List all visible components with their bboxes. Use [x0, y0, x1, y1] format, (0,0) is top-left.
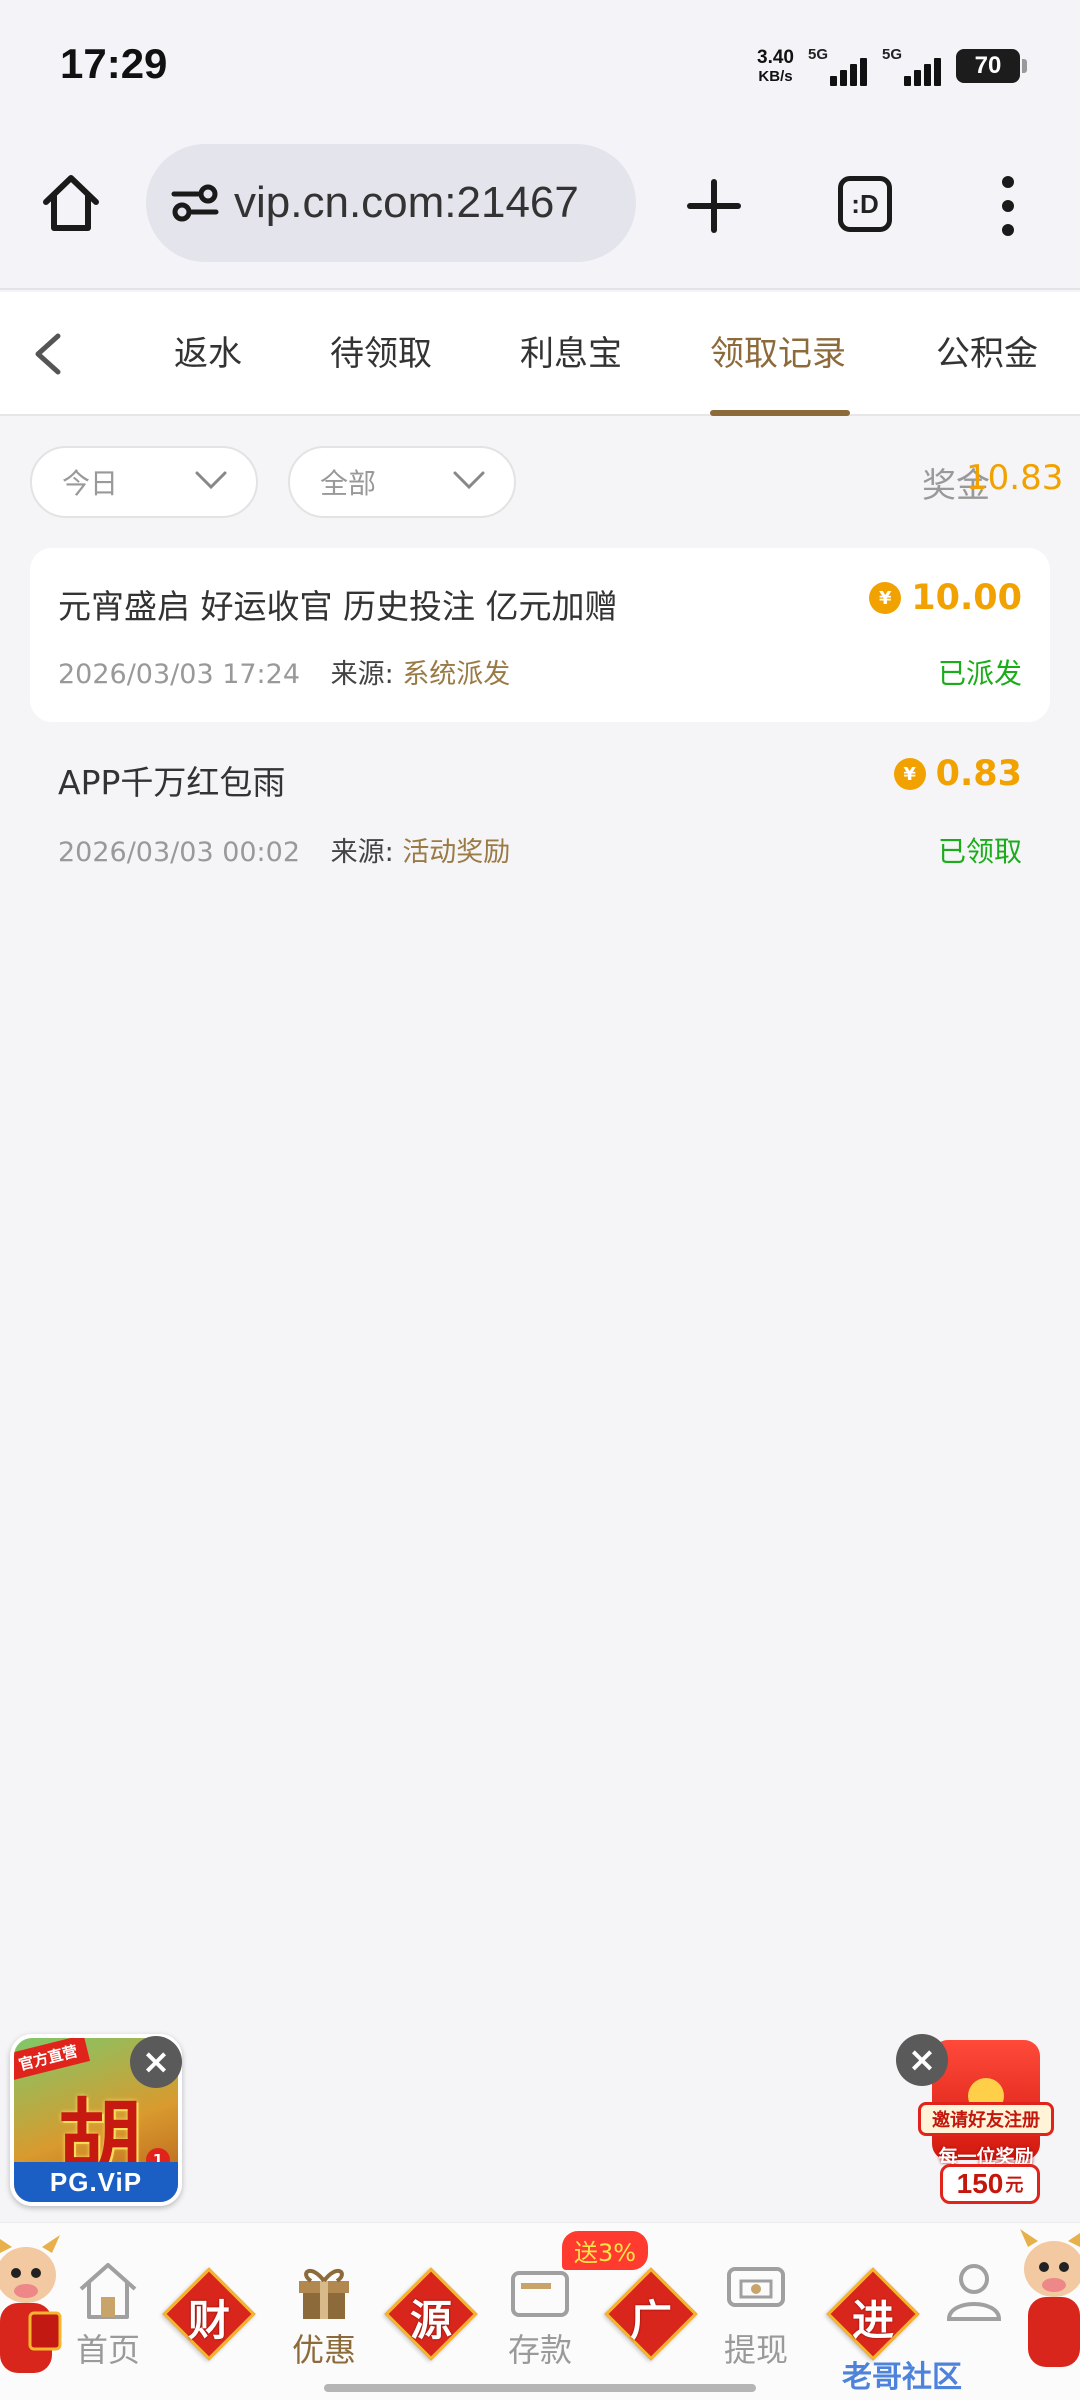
record-meta: 2026/03/03 00:02 来源: 活动奖励 [58, 830, 510, 869]
sim1-label: 5G [808, 46, 829, 63]
site-settings-icon[interactable] [168, 176, 222, 230]
coin-icon: ¥ [893, 758, 926, 790]
active-tab-indicator [710, 410, 850, 416]
record-amount: ¥ 0.83 [893, 754, 1022, 794]
chevron-down-icon [195, 471, 227, 490]
type-filter-dropdown[interactable]: 全部 [288, 446, 516, 518]
more-menu-icon[interactable] [1000, 176, 1016, 236]
record-source-label: 来源: [330, 659, 394, 690]
record-card[interactable]: 元宵盛启 好运收官 历史投注 亿元加赠 ¥ 10.00 2026/03/03 1… [30, 548, 1050, 722]
home-icon[interactable] [38, 170, 104, 236]
type-filter-value: 全部 [320, 467, 377, 500]
back-arrow-icon[interactable] [28, 332, 68, 376]
fortune-char: 广 [629, 2296, 672, 2345]
record-status: 已派发 [937, 657, 1022, 690]
nav-withdraw[interactable]: 提现 [706, 2259, 806, 2371]
invite-banner: 邀请好友注册 [918, 2102, 1054, 2136]
invite-reward-unit: 元 [1005, 2175, 1024, 2195]
ad-brand-label: PG.ViP [14, 2162, 178, 2202]
battery-icon: 70 [956, 49, 1027, 83]
gift-icon [299, 2268, 349, 2319]
record-title: 元宵盛启 好运收官 历史投注 亿元加赠 [58, 587, 618, 626]
invite-reward: 150 元 [940, 2164, 1040, 2204]
fortune-char: 进 [851, 2296, 894, 2345]
record-status: 已领取 [937, 835, 1022, 868]
signal-icon: 5G [882, 46, 942, 86]
record-source-label: 来源: [330, 837, 394, 868]
deposit-bonus-badge: 送3% [562, 2231, 649, 2270]
nav-deposit-label: 存款 [507, 2331, 572, 2369]
network-speed: 3.40 KB/s [757, 48, 794, 84]
record-amount-value: 10.00 [911, 578, 1022, 618]
signal-icon: 5G [808, 46, 868, 86]
record-item[interactable]: APP千万红包雨 ¥ 0.83 2026/03/03 00:02 来源: 活动奖… [30, 726, 1050, 896]
record-source: 活动奖励 [402, 837, 511, 868]
network-speed-value: 3.40 [757, 47, 794, 68]
close-right-ad-icon[interactable]: × [896, 2034, 948, 2086]
user-icon [946, 2264, 1002, 2321]
record-amount: ¥ 10.00 [869, 578, 1022, 618]
fortune-char: 财 [187, 2296, 230, 2345]
cash-icon [727, 2267, 785, 2307]
sim2-label: 5G [882, 46, 903, 63]
record-time: 2026/03/03 17:24 [58, 659, 301, 690]
record-title: APP千万红包雨 [58, 763, 286, 802]
new-tab-icon[interactable] [684, 176, 744, 236]
record-amount-value: 0.83 [935, 754, 1022, 794]
community-watermark: 老哥社区 [842, 2360, 962, 2395]
nav-promotions-label: 优惠 [291, 2331, 356, 2369]
network-speed-unit: KB/s [758, 68, 793, 85]
tab-pending[interactable]: 待领取 [330, 326, 432, 375]
mascot-right-icon [1020, 2229, 1080, 2367]
chevron-down-icon [453, 471, 485, 490]
invite-reward-amount: 150 [956, 2168, 1004, 2199]
nav-promotions[interactable]: 优惠 [274, 2259, 374, 2371]
url-text[interactable]: vip.cn.com:21467 [234, 178, 579, 228]
record-meta: 2026/03/03 17:24 来源: 系统派发 [58, 652, 510, 691]
nav-home[interactable]: 首页 [58, 2259, 158, 2371]
address-bar[interactable]: vip.cn.com:21467 [146, 144, 636, 262]
status-indicators: 3.40 KB/s 5G 5G 70 [757, 44, 1027, 88]
status-bar: 17:29 3.40 KB/s 5G 5G 70 [0, 0, 1080, 130]
tab-claim-records[interactable]: 领取记录 [710, 326, 846, 375]
nav-withdraw-label: 提现 [723, 2331, 788, 2369]
tab-switcher-button[interactable]: :D [838, 176, 892, 232]
home-indicator[interactable] [324, 2384, 756, 2392]
tab-provident-fund[interactable]: 公积金 [936, 326, 1038, 375]
nav-profile[interactable] [924, 2259, 1024, 2323]
nav-deposit[interactable]: 存款 [490, 2259, 590, 2371]
category-tabs: 返水 待领取 利息宝 领取记录 公积金 [0, 292, 1080, 416]
record-source: 系统派发 [402, 659, 511, 690]
date-filter-dropdown[interactable]: 今日 [30, 446, 258, 518]
bonus-total-value: 10.83 [966, 458, 1064, 498]
status-time: 17:29 [60, 40, 168, 87]
date-filter-value: 今日 [62, 467, 119, 500]
tab-rebate[interactable]: 返水 [174, 326, 242, 375]
coin-icon: ¥ [869, 582, 902, 614]
close-left-ad-icon[interactable]: × [130, 2036, 182, 2088]
record-time: 2026/03/03 00:02 [58, 837, 301, 868]
tab-interest[interactable]: 利息宝 [520, 326, 622, 375]
browser-toolbar: vip.cn.com:21467 :D [0, 130, 1080, 290]
nav-home-label: 首页 [75, 2331, 140, 2369]
home-icon [79, 2263, 137, 2319]
fortune-char: 源 [409, 2296, 452, 2345]
